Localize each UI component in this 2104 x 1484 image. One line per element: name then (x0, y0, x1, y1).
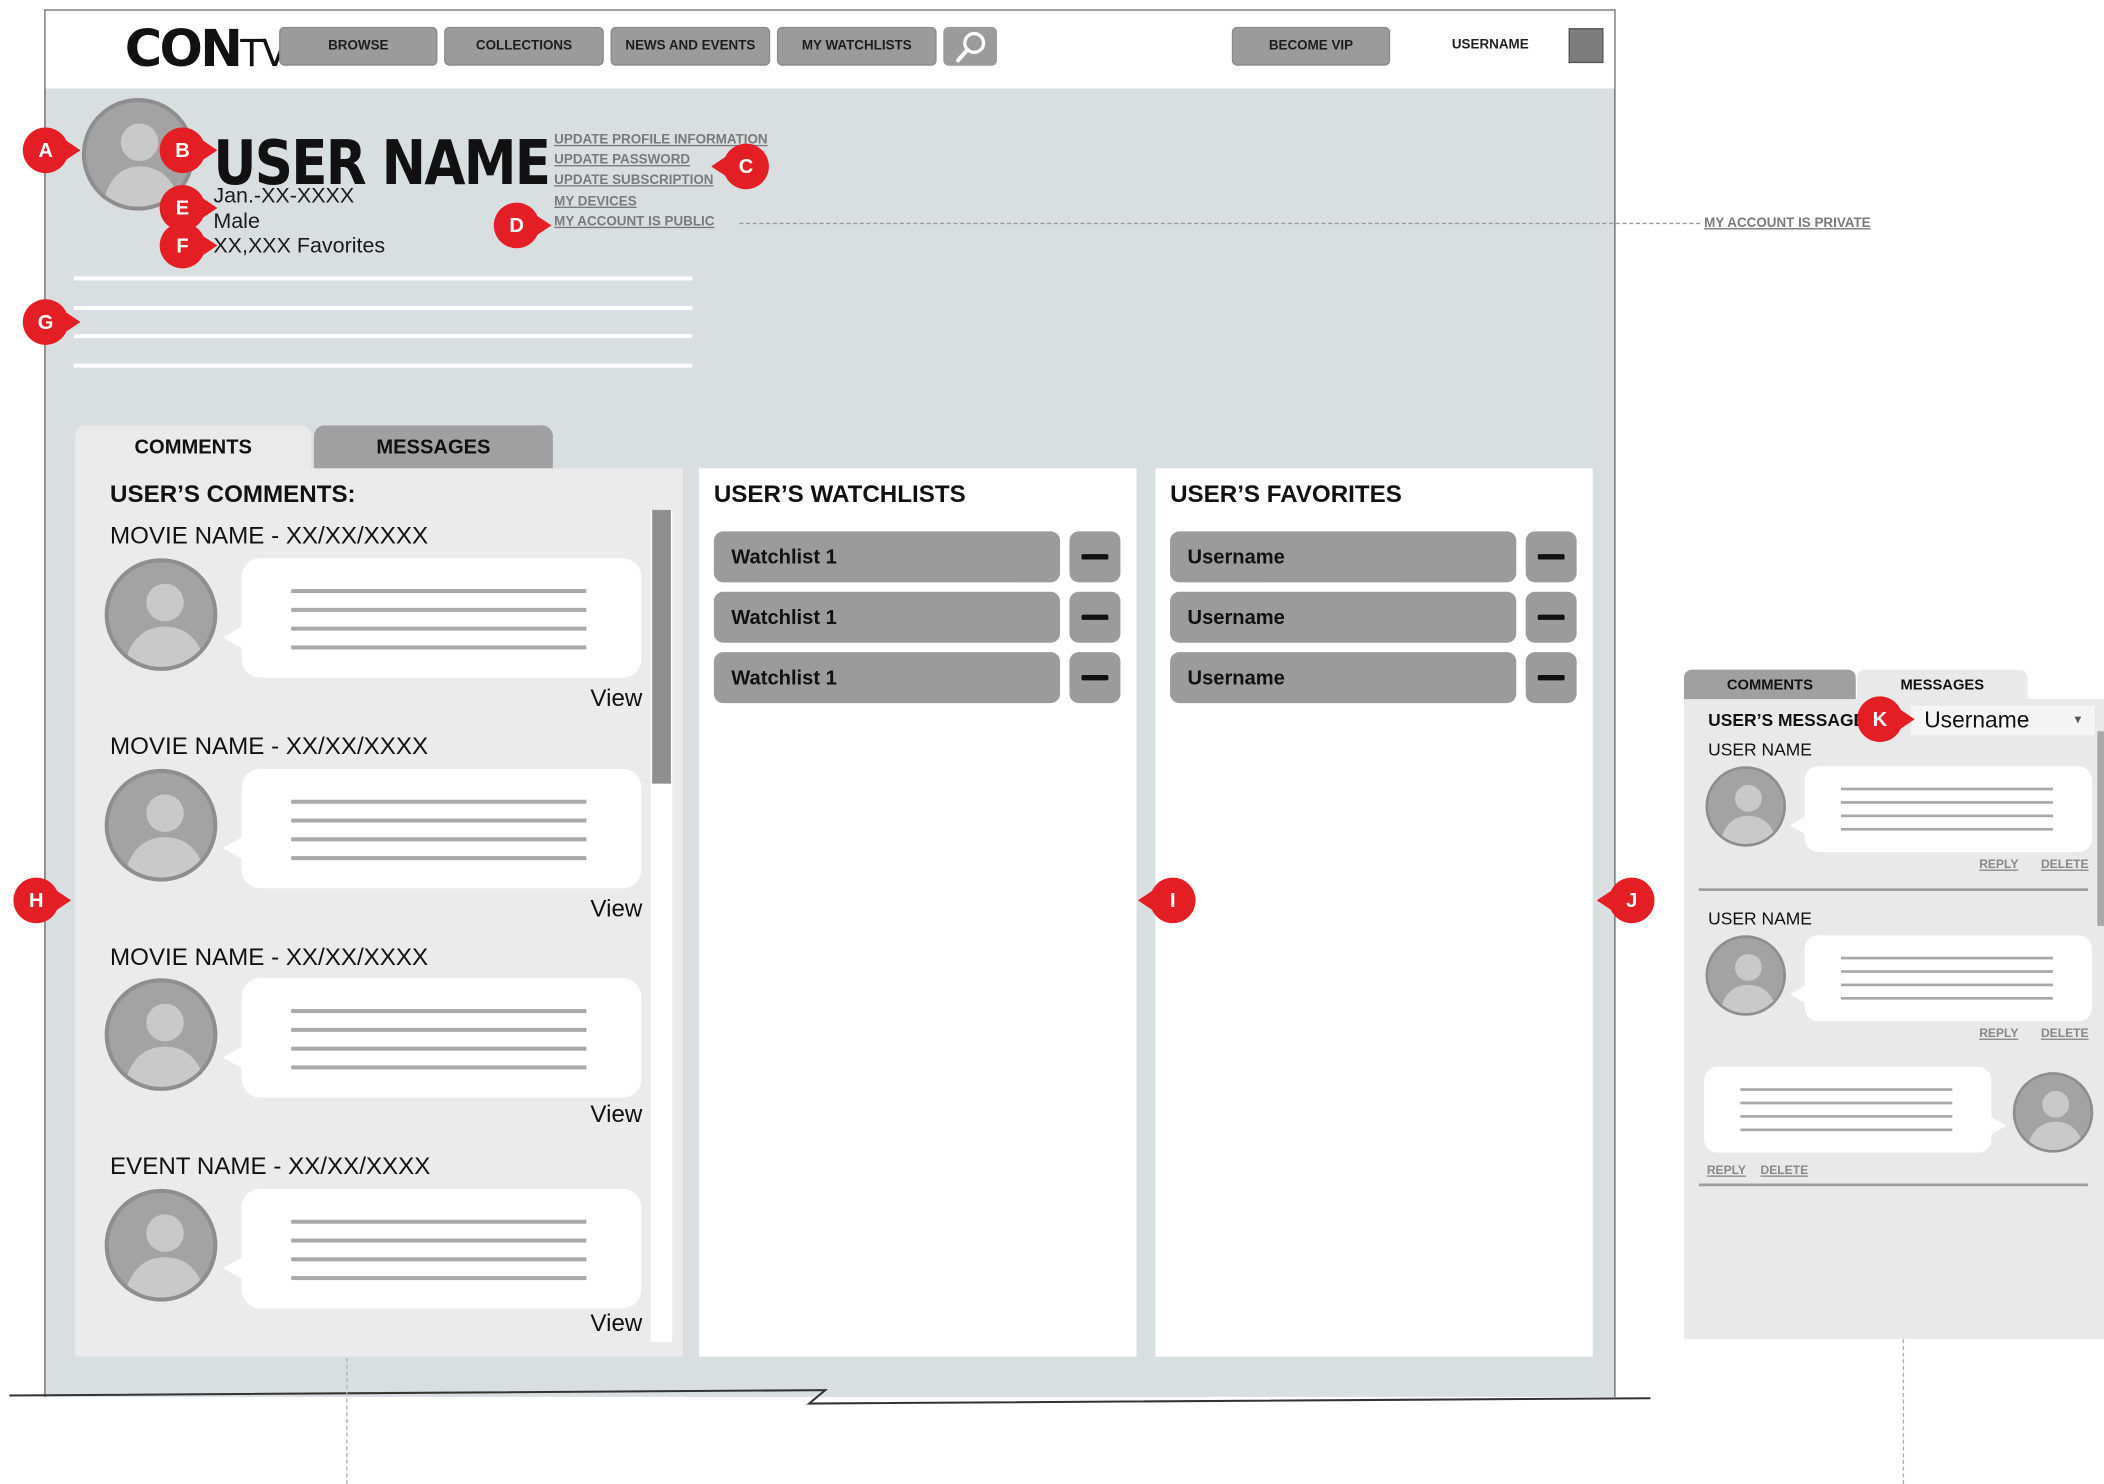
message-divider (1698, 888, 2088, 891)
my-devices-link[interactable]: MY DEVICES (554, 195, 637, 210)
remove-watchlist-button[interactable] (1069, 531, 1121, 583)
comment-title[interactable]: MOVIE NAME - XX/XX/XXXX (110, 943, 428, 971)
comment-avatar (104, 978, 218, 1091)
comment-title[interactable]: EVENT NAME - XX/XX/XXXX (110, 1153, 430, 1181)
comment-avatar (104, 768, 218, 882)
select-value: Username (1924, 707, 2030, 733)
comment-bubble (222, 1188, 642, 1309)
comment-bubble (222, 558, 642, 678)
own-avatar (2012, 1072, 2094, 1153)
update-password-link[interactable]: UPDATE PASSWORD (554, 153, 690, 168)
become-vip-button[interactable]: BECOME VIP (1231, 26, 1391, 66)
message-bubble (1790, 935, 2092, 1022)
account-public-link[interactable]: MY ACCOUNT IS PUBLIC (554, 215, 714, 230)
search-button[interactable] (943, 26, 997, 66)
nav-collections-button[interactable]: COLLECTIONS (444, 26, 604, 66)
comment-bubble (222, 978, 642, 1098)
annotation-marker-d: D (493, 202, 552, 249)
annotation-marker-k: K (1857, 696, 1915, 743)
view-comment-link[interactable]: View (590, 1310, 642, 1338)
view-comment-link[interactable]: View (590, 1100, 642, 1128)
nav-my-watchlists-button[interactable]: MY WATCHLISTS (776, 26, 937, 66)
reply-link[interactable]: REPLY (1707, 1163, 1746, 1176)
messages-scrollbar[interactable] (2097, 731, 2104, 926)
own-message-bubble (1704, 1066, 2007, 1153)
favorite-item[interactable]: Username (1170, 591, 1517, 643)
annotation-marker-f: F (159, 222, 218, 269)
annotation-marker-h: H (13, 877, 72, 924)
annotation-marker-a: A (22, 127, 81, 174)
annotation-marker-c: C (711, 143, 769, 190)
annotation-marker-j: J (1596, 877, 1655, 924)
watchlist-item[interactable]: Watchlist 1 (713, 652, 1061, 704)
bio-line (73, 363, 693, 368)
delete-link[interactable]: DELETE (2041, 1027, 2089, 1040)
bio-line (73, 334, 693, 339)
message-avatar (1705, 935, 1786, 1016)
comment-avatar (104, 1188, 218, 1302)
messages-title: USER’S MESSAGES (1708, 709, 1870, 730)
comments-title: USER’S COMMENTS: (110, 480, 356, 508)
page-torn-edge (9, 1389, 1651, 1405)
view-comment-link[interactable]: View (590, 895, 642, 923)
annotation-marker-g: G (22, 299, 81, 345)
comment-title[interactable]: MOVIE NAME - XX/XX/XXXX (110, 733, 428, 761)
mini-tab-comments[interactable]: COMMENTS (1684, 669, 1856, 702)
bio-line (73, 305, 693, 310)
privacy-toggle-connector (739, 222, 1701, 225)
message-divider (1698, 1183, 2088, 1187)
delete-link[interactable]: DELETE (2041, 857, 2089, 870)
delete-link[interactable]: DELETE (1760, 1163, 1808, 1176)
message-avatar (1705, 766, 1786, 847)
header-username[interactable]: USERNAME (1452, 38, 1529, 53)
nav-news-events-button[interactable]: NEWS AND EVENTS (610, 26, 771, 66)
search-icon (956, 31, 986, 63)
watchlists-title: USER’S WATCHLISTS (713, 480, 966, 508)
favorite-item[interactable]: Username (1170, 652, 1517, 704)
comment-title[interactable]: MOVIE NAME - XX/XX/XXXX (110, 522, 428, 550)
remove-favorite-button[interactable] (1525, 652, 1577, 704)
annotation-marker-i: I (1137, 877, 1196, 924)
tab-comments[interactable]: COMMENTS (75, 425, 312, 470)
messages-connector (1902, 1339, 1905, 1484)
nav-browse-button[interactable]: BROWSE (279, 26, 438, 66)
chevron-down-icon: ▾ (2074, 712, 2082, 728)
comments-scroll-thumb[interactable] (652, 509, 671, 784)
bio-line (73, 276, 693, 281)
tab-messages[interactable]: MESSAGES (313, 425, 553, 470)
contv-logo[interactable]: CONTV (125, 19, 288, 78)
message-sender-name: USER NAME (1708, 739, 1812, 760)
comments-connector (346, 1357, 348, 1484)
favorite-item[interactable]: Username (1170, 531, 1517, 583)
annotation-marker-b: B (159, 127, 218, 174)
message-sender-name: USER NAME (1708, 908, 1812, 929)
profile-favorites-count: XX,XXX Favorites (213, 234, 386, 258)
view-comment-link[interactable]: View (590, 684, 642, 712)
remove-watchlist-button[interactable] (1069, 591, 1121, 643)
reply-link[interactable]: REPLY (1979, 857, 2018, 870)
profile-gender: Male (213, 210, 260, 234)
comment-avatar (104, 558, 218, 671)
remove-favorite-button[interactable] (1525, 591, 1577, 643)
watchlist-item[interactable]: Watchlist 1 (713, 531, 1061, 583)
header-avatar[interactable] (1568, 28, 1604, 64)
reply-link[interactable]: REPLY (1979, 1027, 2018, 1040)
profile-birthdate: Jan.-XX-XXXX (213, 185, 355, 208)
comment-bubble (222, 768, 642, 889)
favorites-title: USER’S FAVORITES (1170, 480, 1402, 508)
account-private-link[interactable]: MY ACCOUNT IS PRIVATE (1704, 216, 1871, 231)
watchlist-item[interactable]: Watchlist 1 (713, 591, 1061, 643)
update-subscription-link[interactable]: UPDATE SUBSCRIPTION (554, 173, 713, 188)
remove-favorite-button[interactable] (1525, 531, 1577, 583)
message-user-select[interactable]: Username ▾ (1910, 705, 2095, 736)
remove-watchlist-button[interactable] (1069, 652, 1121, 704)
message-bubble (1790, 766, 2092, 853)
